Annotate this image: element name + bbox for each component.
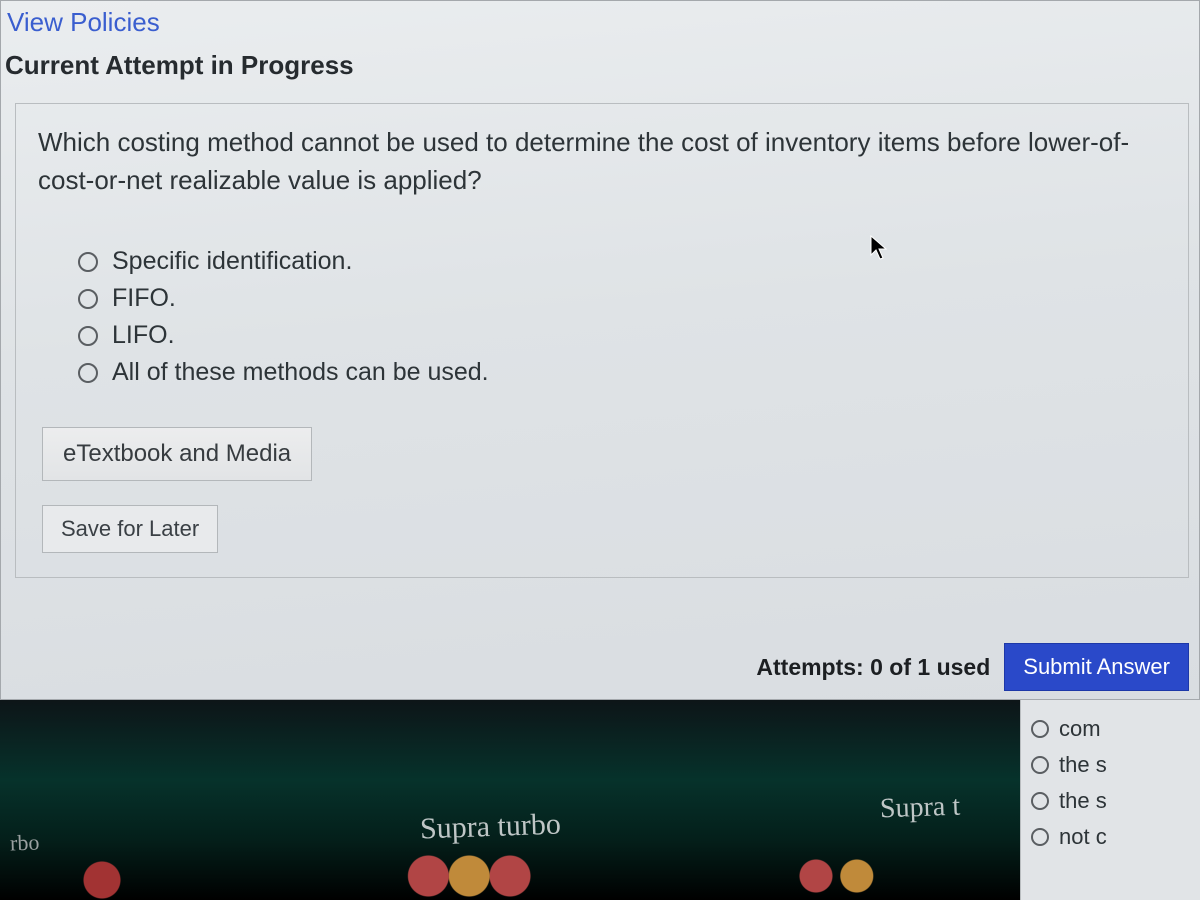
photo-text: rbo (10, 829, 40, 856)
option-label: Specific identification. (112, 247, 352, 276)
submit-answer-button[interactable]: Submit Answer (1004, 643, 1189, 691)
bg-option-label: the s (1059, 752, 1107, 778)
photo-text: Supra t (879, 791, 960, 826)
option-label: All of these methods can be used. (112, 358, 489, 387)
option-specific-identification[interactable]: Specific identification. (78, 247, 1166, 276)
background-quiz-panel: com the s the s not c (1020, 700, 1200, 900)
view-policies-link[interactable]: View Policies (1, 1, 166, 44)
bg-option-row[interactable]: not c (1031, 824, 1200, 850)
radio-icon (78, 289, 98, 309)
radio-icon (1031, 828, 1049, 846)
radio-icon (78, 326, 98, 346)
bg-option-row[interactable]: the s (1031, 788, 1200, 814)
radio-icon (1031, 792, 1049, 810)
save-for-later-button[interactable]: Save for Later (42, 505, 218, 553)
bg-option-row[interactable]: the s (1031, 752, 1200, 778)
question-text: Which costing method cannot be used to d… (38, 124, 1166, 199)
radio-icon (78, 252, 98, 272)
bg-option-row[interactable]: com (1031, 716, 1200, 742)
radio-icon (1031, 756, 1049, 774)
attempt-heading: Current Attempt in Progress (1, 44, 1199, 95)
attempts-row: Attempts: 0 of 1 used Submit Answer (756, 643, 1189, 691)
option-lifo[interactable]: LIFO. (78, 321, 1166, 350)
etextbook-button[interactable]: eTextbook and Media (42, 427, 312, 481)
option-label: LIFO. (112, 321, 175, 350)
bg-option-label: com (1059, 716, 1101, 742)
option-all-methods[interactable]: All of these methods can be used. (78, 358, 1166, 387)
option-label: FIFO. (112, 284, 176, 313)
bg-option-label: the s (1059, 788, 1107, 814)
quiz-panel: View Policies Current Attempt in Progres… (0, 0, 1200, 700)
option-fifo[interactable]: FIFO. (78, 284, 1166, 313)
photo-text: Supra turbo (419, 808, 561, 847)
background-photo (0, 700, 1020, 900)
radio-icon (78, 363, 98, 383)
options-group: Specific identification. FIFO. LIFO. All… (38, 247, 1166, 387)
attempts-label: Attempts: 0 of 1 used (756, 654, 990, 681)
bg-option-label: not c (1059, 824, 1107, 850)
radio-icon (1031, 720, 1049, 738)
question-box: Which costing method cannot be used to d… (15, 103, 1189, 578)
